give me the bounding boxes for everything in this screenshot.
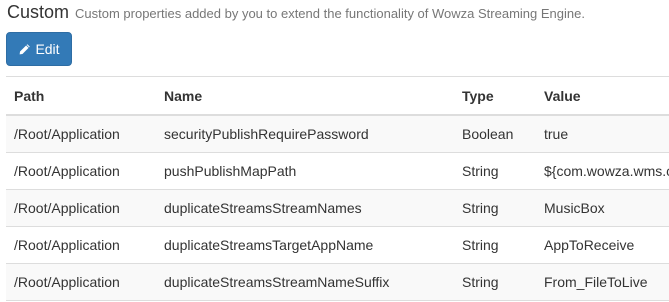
- section-description: Custom properties added by you to extend…: [75, 6, 585, 21]
- table-header-row: Path Name Type Value: [6, 76, 669, 116]
- cell-value: true: [536, 115, 669, 153]
- column-header-name: Name: [156, 76, 454, 116]
- cell-name: duplicateStreamsStreamNames: [156, 189, 454, 227]
- table-row: /Root/Application duplicateStreamsStream…: [6, 189, 669, 227]
- cell-value: AppToReceive: [536, 226, 669, 264]
- cell-name: duplicateStreamsTargetAppName: [156, 226, 454, 264]
- table-row: /Root/Application pushPublishMapPath Str…: [6, 152, 669, 190]
- section-header: Custom Custom properties added by you to…: [7, 2, 585, 28]
- section-title: Custom: [7, 2, 70, 22]
- custom-properties-table-container: Path Name Type Value /Root/Application s…: [6, 76, 669, 301]
- custom-properties-table: Path Name Type Value /Root/Application s…: [6, 76, 669, 301]
- cell-path: /Root/Application: [6, 189, 156, 227]
- cell-value: ${com.wowza.wms.c: [536, 152, 669, 190]
- pencil-icon: [20, 43, 31, 54]
- cell-path: /Root/Application: [6, 226, 156, 264]
- cell-type: Boolean: [454, 115, 536, 153]
- cell-type: String: [454, 226, 536, 264]
- cell-type: String: [454, 152, 536, 190]
- edit-button[interactable]: Edit: [6, 32, 72, 66]
- table-row: /Root/Application duplicateStreamsStream…: [6, 263, 669, 301]
- column-header-type: Type: [454, 76, 536, 116]
- column-header-value: Value: [536, 76, 669, 116]
- cell-name: securityPublishRequirePassword: [156, 115, 454, 153]
- cell-path: /Root/Application: [6, 152, 156, 190]
- cell-value: MusicBox: [536, 189, 669, 227]
- edit-button-label: Edit: [35, 41, 60, 57]
- cell-type: String: [454, 189, 536, 227]
- cell-name: pushPublishMapPath: [156, 152, 454, 190]
- cell-path: /Root/Application: [6, 263, 156, 301]
- cell-name: duplicateStreamsStreamNameSuffix: [156, 263, 454, 301]
- table-row: /Root/Application duplicateStreamsTarget…: [6, 226, 669, 264]
- table-row: /Root/Application securityPublishRequire…: [6, 115, 669, 153]
- cell-path: /Root/Application: [6, 115, 156, 153]
- cell-value: From_FileToLive: [536, 263, 669, 301]
- column-header-path: Path: [6, 76, 156, 116]
- cell-type: String: [454, 263, 536, 301]
